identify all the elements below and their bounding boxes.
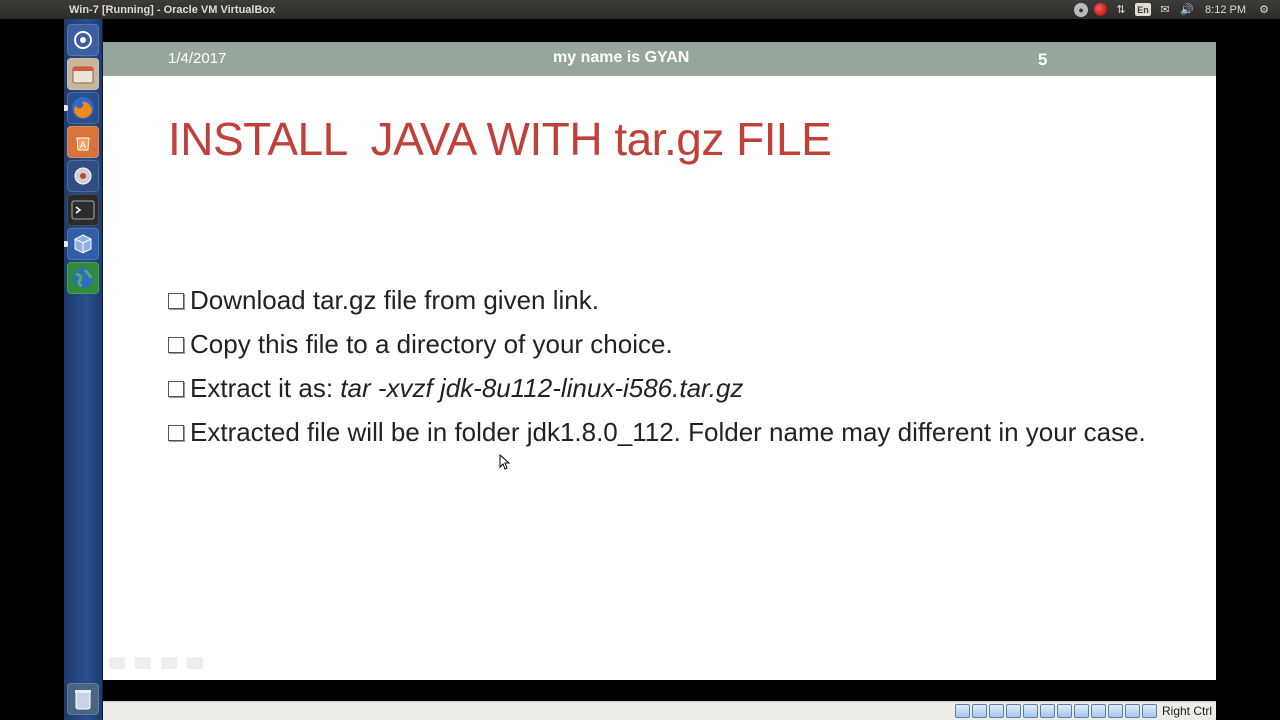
svg-text:A: A — [80, 141, 87, 151]
network-adapter-icon[interactable] — [1022, 704, 1038, 718]
cpu-icon[interactable] — [1107, 704, 1123, 718]
list-item: Extract it as: tar -xvzf jdk-8u112-linux… — [168, 370, 1168, 406]
bullet-text: Download tar.gz file from given link. — [190, 285, 599, 315]
right-letterbox — [1216, 19, 1280, 720]
mouse-cursor-icon — [499, 454, 511, 470]
optical-drive-icon[interactable] — [971, 704, 987, 718]
pen-icon[interactable] — [135, 657, 151, 669]
cloud-icon[interactable]: ● — [1074, 2, 1089, 17]
slideshow-toolbar — [109, 657, 203, 669]
checkbox-bullet-icon — [168, 293, 184, 309]
display-icon[interactable] — [1073, 704, 1089, 718]
hard-disk-icon[interactable] — [954, 704, 970, 718]
slide-number: 5 — [1038, 50, 1048, 69]
system-settings-icon[interactable] — [67, 160, 99, 192]
globe-icon[interactable] — [67, 262, 99, 294]
record-icon[interactable] — [1094, 3, 1108, 16]
slide-date: 1/4/2017 — [168, 50, 227, 67]
slide-title: INSTALL JAVA WITH tar.gz FILE — [168, 113, 832, 165]
shared-folders-icon[interactable] — [1056, 704, 1072, 718]
list-item: Download tar.gz file from given link. — [168, 282, 1168, 318]
audio-icon[interactable] — [988, 704, 1004, 718]
dash-home-icon[interactable] — [67, 24, 99, 56]
bullet-text: Extracted file will be in folder jdk1.8.… — [190, 417, 1146, 447]
indicator-area: ● ⇅ En ✉ 🔊 8:12 PM ⚙ — [1074, 0, 1272, 19]
bullet-text: Extract it as: — [190, 373, 341, 403]
left-letterbox — [0, 19, 64, 720]
firefox-icon[interactable] — [64, 92, 99, 124]
mouse-integration-icon[interactable] — [1124, 704, 1140, 718]
trash-icon[interactable] — [67, 683, 99, 715]
clock[interactable]: 8:12 PM — [1201, 4, 1250, 16]
window-title: Win-7 [Running] - Oracle VM VirtualBox — [69, 3, 276, 16]
video-capture-icon[interactable] — [1090, 704, 1106, 718]
launcher: A — [64, 19, 103, 720]
gear-icon[interactable]: ⚙ — [1256, 3, 1272, 17]
bullet-text: Copy this file to a directory of your ch… — [190, 329, 673, 359]
checkbox-bullet-icon — [168, 425, 184, 441]
virtualbox-icon[interactable] — [64, 228, 99, 260]
previous-slide-icon[interactable] — [109, 657, 125, 669]
slide-footer-text: my name is GYAN — [553, 49, 690, 66]
software-center-icon[interactable]: A — [67, 126, 99, 158]
vm-bottom-border — [103, 680, 1216, 701]
list-item: Copy this file to a directory of your ch… — [168, 326, 1168, 362]
terminal-icon[interactable] — [67, 194, 99, 226]
host-key-label: Right Ctrl — [1161, 704, 1212, 718]
slide-header: 1/4/2017 my name is GYAN 5 — [103, 42, 1216, 76]
keyboard-layout-icon[interactable]: En — [1135, 3, 1152, 16]
host-key-icon — [1141, 704, 1157, 718]
top-panel: Win-7 [Running] - Oracle VM VirtualBox ●… — [0, 0, 1280, 19]
slide: 1/4/2017 my name is GYAN 5 INSTALL JAVA … — [103, 42, 1216, 680]
usb-icon[interactable] — [1039, 704, 1055, 718]
next-slide-icon[interactable] — [187, 657, 203, 669]
volume-icon[interactable]: 🔊 — [1179, 3, 1195, 17]
virtualbox-status-bar: Right Ctrl — [103, 701, 1216, 720]
running-indicator — [64, 105, 68, 111]
command-text: tar -xvzf jdk-8u112-linux-i586.tar.gz — [340, 373, 744, 403]
mail-icon[interactable]: ✉ — [1157, 3, 1173, 17]
vm-top-border — [103, 19, 1216, 42]
pen-tablet-icon[interactable] — [1005, 704, 1021, 718]
checkbox-bullet-icon — [168, 381, 184, 397]
list-item: Extracted file will be in folder jdk1.8.… — [168, 414, 1168, 450]
checkbox-bullet-icon — [168, 337, 184, 353]
files-icon[interactable] — [67, 58, 99, 90]
menu-icon[interactable] — [161, 657, 177, 669]
running-indicator — [64, 241, 68, 247]
bullet-list: Download tar.gz file from given link. Co… — [168, 282, 1168, 458]
network-icon[interactable]: ⇅ — [1113, 3, 1129, 17]
